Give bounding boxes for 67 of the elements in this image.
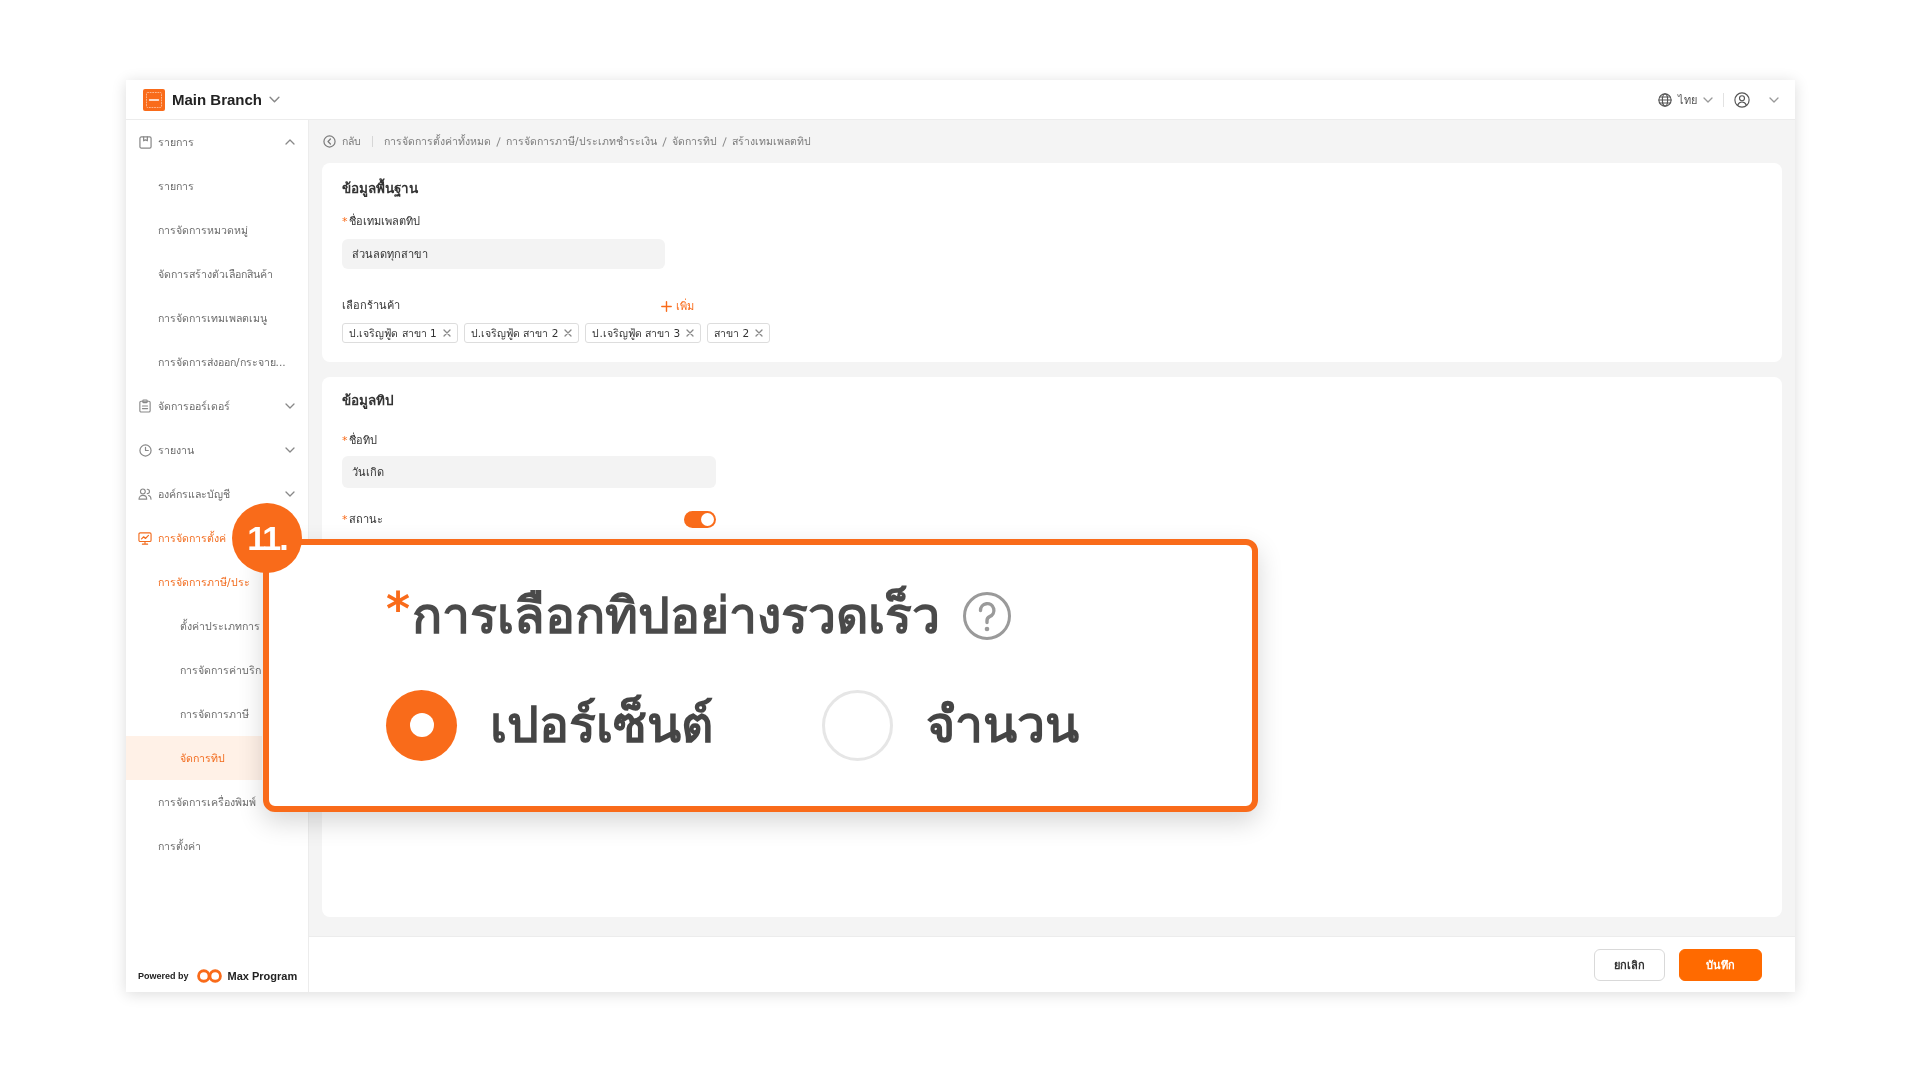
store-name: ป.เจริญฟู้ด สาขา 3 (592, 325, 681, 342)
breadcrumb-link[interactable]: การจัดการภาษี/ประเภทชำระเงิน (506, 133, 657, 150)
menu-item[interactable]: การจัดการส่งออก/กระจาย... (126, 353, 288, 371)
help-icon (962, 591, 1013, 641)
language-selector[interactable]: ไทย (1658, 90, 1713, 109)
required-mark: * (342, 511, 348, 528)
logo-icon (143, 88, 165, 111)
menu-item[interactable]: รายงาน (126, 441, 196, 459)
menu-item[interactable]: ตั้งค่าประเภทการ (126, 617, 262, 635)
caret-icon (269, 96, 280, 103)
field-label: เลือกร้านค้า (342, 298, 400, 314)
menu-item[interactable]: การตั้งค่า (126, 837, 203, 855)
field-label: ชื่อทิป (348, 433, 377, 449)
menu-item[interactable]: องค์กรและบัญชี (126, 485, 232, 503)
add-button[interactable]: เพิ่ม (661, 297, 694, 315)
menu-item[interactable]: การจัดการภาษี/ประ (126, 573, 252, 591)
menu-item[interactable]: การจัดการภาษี (126, 705, 251, 723)
section-title: ข้อมูลพื้นฐาน (342, 179, 419, 197)
field-label: สถานะ (348, 511, 383, 528)
store-name: สาขา 2 (714, 325, 750, 341)
menu-item[interactable]: การจัดการค่าบริก (126, 661, 263, 679)
close-icon[interactable] (755, 329, 764, 337)
globe-icon (1658, 92, 1672, 107)
back-link[interactable]: กลับ (323, 133, 361, 150)
menu-item[interactable]: การจัดการหมวดหมู่ (126, 221, 250, 239)
menu-item[interactable]: จัดการสร้างตัวเลือกสินค้า (126, 265, 275, 283)
branch-selector[interactable]: Main Branch (172, 91, 280, 108)
radio-option[interactable]: จำนวน (822, 689, 1079, 761)
menu-item[interactable]: รายการ (126, 133, 196, 151)
user-icon (1734, 91, 1750, 108)
menu-item[interactable]: จัดการออร์เดอร์ (126, 397, 232, 415)
radio-option[interactable]: เปอร์เซ็นต์ (386, 689, 713, 761)
menu-item[interactable]: การจัดการตั้งค่ (126, 529, 228, 547)
close-icon[interactable] (686, 329, 695, 337)
monitor-icon (138, 531, 152, 545)
plus-icon (661, 300, 672, 312)
clock-icon (138, 443, 152, 457)
breadcrumb-link[interactable]: จัดการทิป (671, 133, 717, 150)
text-field[interactable]: วันเกิด (342, 456, 716, 488)
text-field[interactable]: ส่วนลดทุกสาขา (342, 239, 665, 269)
store-name: ป.เจริญฟู้ด สาขา 2 (470, 325, 559, 342)
menu-item[interactable]: รายการ (126, 177, 196, 195)
required-mark: * (386, 586, 411, 632)
breadcrumb-current: สร้างเทมเพลตทิป (731, 134, 811, 149)
brand-name: Max Program (227, 970, 298, 982)
close-icon[interactable] (442, 329, 451, 337)
field-label: การเลือกทิปอย่างรวดเร็ว (412, 586, 941, 646)
logo-icon (195, 969, 223, 983)
box-icon (138, 135, 152, 149)
menu-item[interactable]: การจัดการเครื่องพิมพ์ (126, 793, 258, 811)
caret-icon (1769, 96, 1779, 103)
caret-icon (1703, 96, 1713, 103)
back-icon (323, 135, 336, 148)
field-label: ชื่อเทมเพลตทิป (348, 214, 420, 230)
toggle-switch[interactable] (684, 511, 716, 528)
breadcrumb-link[interactable]: การจัดการตั้งค่าทั้งหมด (384, 133, 491, 150)
cancel-button[interactable]: ยกเลิก (1594, 948, 1665, 981)
required-mark: * (342, 214, 348, 230)
menu-item[interactable]: การจัดการเทมเพลตเมนู (126, 309, 269, 327)
section-title: ข้อมูลทิป (342, 391, 395, 409)
close-icon[interactable] (564, 329, 573, 337)
required-mark: * (342, 433, 348, 449)
users-icon (138, 488, 152, 500)
clipboard-icon (139, 399, 151, 413)
powered-by-text: Powered by (138, 971, 189, 981)
store-name: ป.เจริญฟู้ด สาขา 1 (349, 325, 437, 342)
account-menu[interactable] (1734, 91, 1779, 108)
